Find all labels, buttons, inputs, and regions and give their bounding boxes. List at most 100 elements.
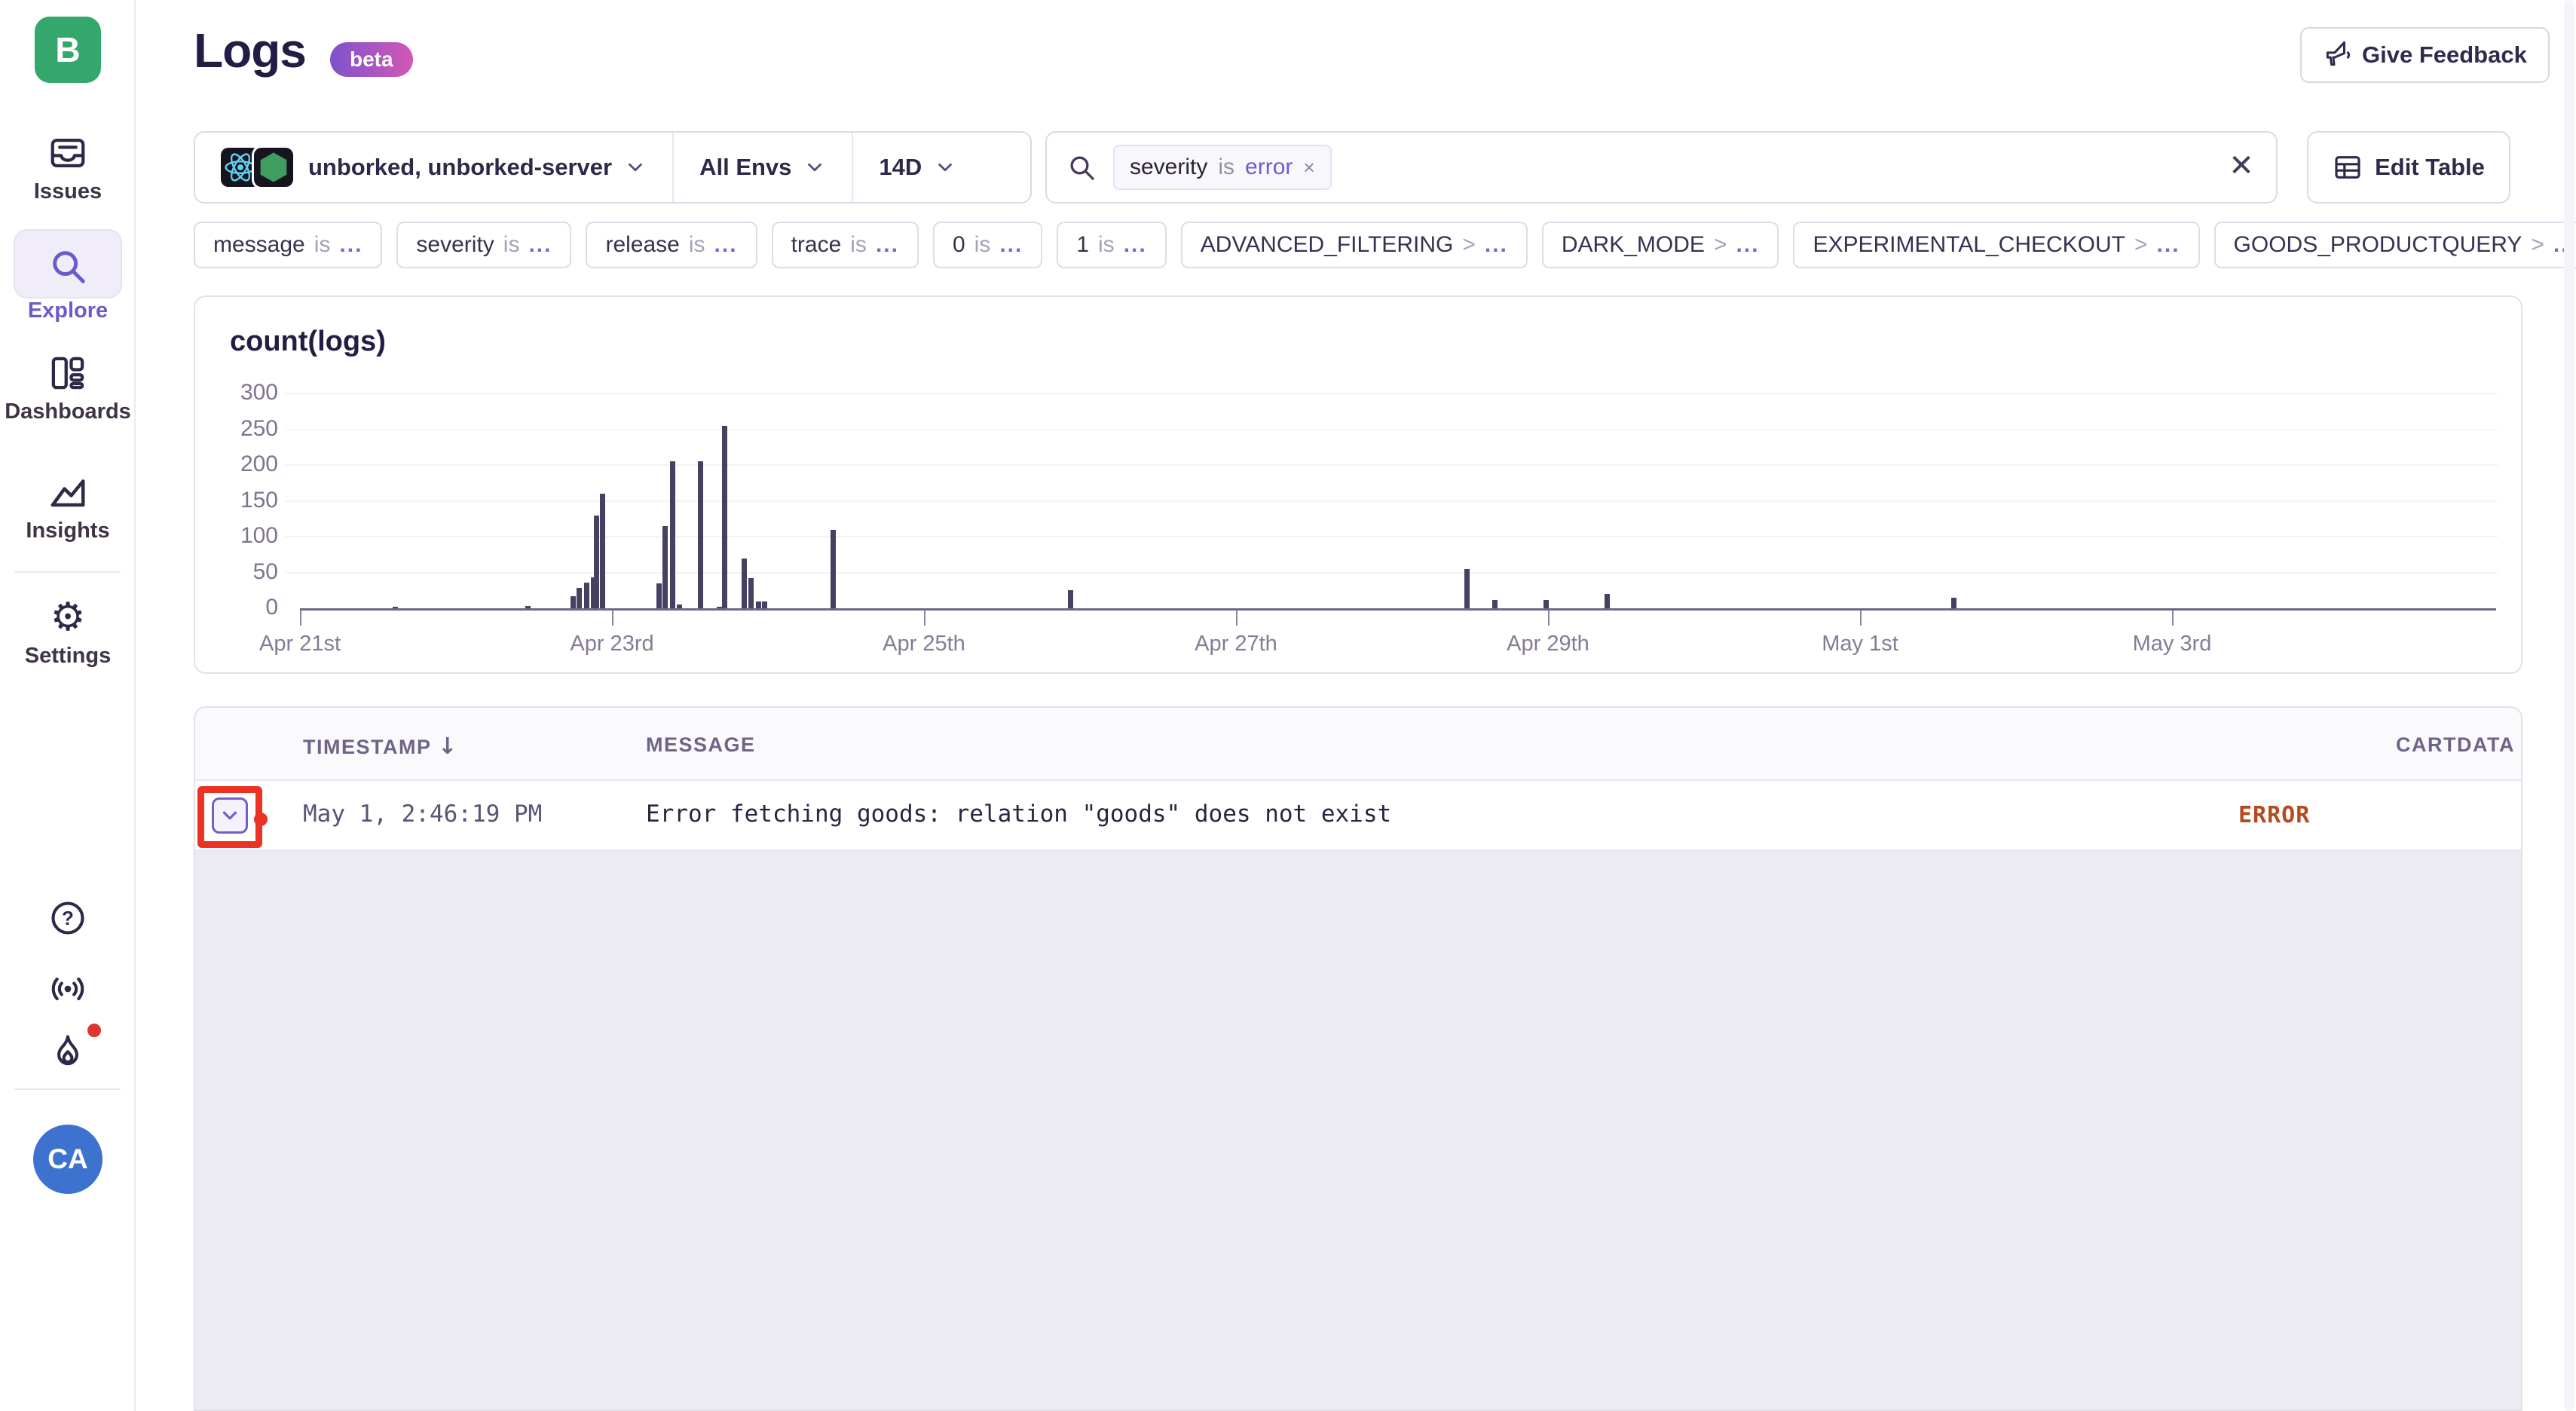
column-header-message[interactable]: MESSAGE <box>646 733 756 757</box>
whats-new-fire-icon[interactable] <box>48 1033 87 1072</box>
search-bar[interactable]: severity is error × ✕ <box>1045 131 2278 204</box>
search-filter-token[interactable]: severity is error × <box>1113 145 1332 190</box>
filter-chip[interactable]: traceis... <box>772 222 919 268</box>
x-axis-tick-label: Apr 27th <box>1153 632 1319 657</box>
give-feedback-button[interactable]: Give Feedback <box>2300 27 2550 83</box>
chart-bar <box>594 516 599 609</box>
notification-dot <box>87 1024 101 1037</box>
chart-bar <box>1605 594 1610 608</box>
filter-chip[interactable]: GOODS_PRODUCTQUERY>... <box>2214 222 2576 268</box>
chart-bar <box>670 461 675 608</box>
sidebar-item-label: Explore <box>0 298 136 323</box>
sidebar-item-issues[interactable]: Issues <box>0 133 136 204</box>
clear-search-icon[interactable]: ✕ <box>2226 152 2256 182</box>
project-platform-icons <box>221 148 296 187</box>
table-header-row: TIMESTAMP ↓ MESSAGE CARTDATA SEVERITY <box>195 708 2521 781</box>
gridline <box>286 500 2498 502</box>
table-icon <box>2333 152 2363 182</box>
search-explore-icon <box>47 246 88 286</box>
x-axis-tick <box>1236 611 1238 626</box>
chevron-down-icon <box>803 156 826 179</box>
x-axis-tick-label: May 3rd <box>2089 632 2255 657</box>
filter-chip[interactable]: DARK_MODE>... <box>1542 222 1779 268</box>
message-cell: Error fetching goods: relation "goods" d… <box>646 800 1391 828</box>
issues-icon <box>47 133 88 173</box>
table-row[interactable]: May 1, 2:46:19 PM Error fetching goods: … <box>195 781 2521 851</box>
beta-badge: beta <box>330 42 413 77</box>
chart-bar <box>662 526 668 608</box>
filter-chip[interactable]: EXPERIMENTAL_CHECKOUT>... <box>1793 222 2199 268</box>
x-axis-tick-label: Apr 23rd <box>529 632 695 657</box>
y-axis-tick-label: 0 <box>210 595 278 620</box>
sidebar-item-explore[interactable]: Explore <box>0 246 136 323</box>
environment-selector[interactable]: All Envs <box>672 133 852 202</box>
user-avatar[interactable]: CA <box>33 1125 102 1194</box>
chart-bar <box>577 588 582 608</box>
sidebar-item-label: Insights <box>0 519 136 543</box>
x-axis-tick-label: Apr 21st <box>217 632 383 657</box>
chart-bar <box>1068 590 1073 608</box>
annotation-box <box>197 786 262 848</box>
x-axis-tick <box>300 611 301 626</box>
y-axis-tick-label: 200 <box>210 451 278 477</box>
project-selector[interactable]: unborked, unborked-server <box>195 133 672 202</box>
severity-cell: ERROR <box>2238 802 2310 828</box>
y-axis-tick-label: 150 <box>210 488 278 513</box>
org-logo[interactable]: B <box>35 17 101 83</box>
gridline <box>286 536 2498 537</box>
sidebar-item-label: Dashboards <box>0 399 136 424</box>
filter-chip[interactable]: 1is... <box>1057 222 1166 268</box>
x-axis-tick <box>612 611 613 626</box>
gridline <box>286 429 2498 430</box>
date-range-selector[interactable]: 14D <box>852 133 982 202</box>
y-axis-tick-label: 300 <box>210 380 278 406</box>
x-axis-tick <box>924 611 925 626</box>
chart-bar <box>600 494 605 608</box>
chart-bar <box>762 601 767 609</box>
chart-bar <box>748 578 754 608</box>
x-axis-tick-label: Apr 29th <box>1465 632 1631 657</box>
megaphone-icon <box>2323 41 2351 69</box>
sidebar-divider <box>15 1088 121 1090</box>
chart-bar <box>656 583 662 608</box>
edit-table-button[interactable]: Edit Table <box>2307 131 2510 204</box>
project-label: unborked, unborked-server <box>308 154 612 181</box>
page-scrollbar[interactable] <box>2564 0 2574 1411</box>
chart-bar <box>584 583 589 608</box>
y-axis-tick-label: 250 <box>210 416 278 442</box>
token-value: error <box>1245 155 1293 180</box>
help-icon[interactable]: ? <box>48 898 87 938</box>
sidebar: B Issues Explore Dashboards Insights ⚙ S… <box>0 0 136 1411</box>
gridline <box>286 393 2498 394</box>
sidebar-item-settings[interactable]: ⚙ Settings <box>0 597 136 669</box>
x-axis-tick <box>1860 611 1862 626</box>
broadcast-icon[interactable] <box>48 969 87 1009</box>
column-header-timestamp[interactable]: TIMESTAMP ↓ <box>303 733 457 760</box>
filter-chip[interactable]: releaseis... <box>586 222 757 268</box>
x-axis-tick-label: Apr 25th <box>841 632 1007 657</box>
x-axis-tick <box>1548 611 1550 626</box>
give-feedback-label: Give Feedback <box>2362 41 2527 69</box>
page-filter-bar: unborked, unborked-server All Envs 14D <box>194 131 1032 204</box>
token-remove-icon[interactable]: × <box>1303 156 1314 179</box>
gridline <box>286 464 2498 466</box>
quick-filter-chips-row: messageis... severityis... releaseis... tra… <box>194 222 2576 270</box>
sidebar-item-insights[interactable]: Insights <box>0 472 136 543</box>
column-header-cartdata[interactable]: CARTDATA <box>2396 733 2515 757</box>
chart-bar <box>1543 600 1549 608</box>
filter-chip[interactable]: severityis... <box>396 222 571 268</box>
y-axis-tick-label: 100 <box>210 523 278 549</box>
chart-title: count(logs) <box>230 326 386 358</box>
insights-icon <box>47 472 88 513</box>
chart-bar <box>525 606 531 608</box>
filter-chip[interactable]: ADVANCED_FILTERING>... <box>1181 222 1528 268</box>
chart-bar <box>831 530 836 609</box>
search-icon <box>1066 152 1097 182</box>
sidebar-item-dashboards[interactable]: Dashboards <box>0 353 136 424</box>
chart-bar <box>393 607 398 608</box>
x-axis-line <box>300 608 2496 611</box>
filter-chip[interactable]: 0is... <box>933 222 1042 268</box>
node-platform-icon <box>254 148 293 187</box>
token-operator: is <box>1218 155 1234 180</box>
filter-chip[interactable]: messageis... <box>194 222 382 268</box>
